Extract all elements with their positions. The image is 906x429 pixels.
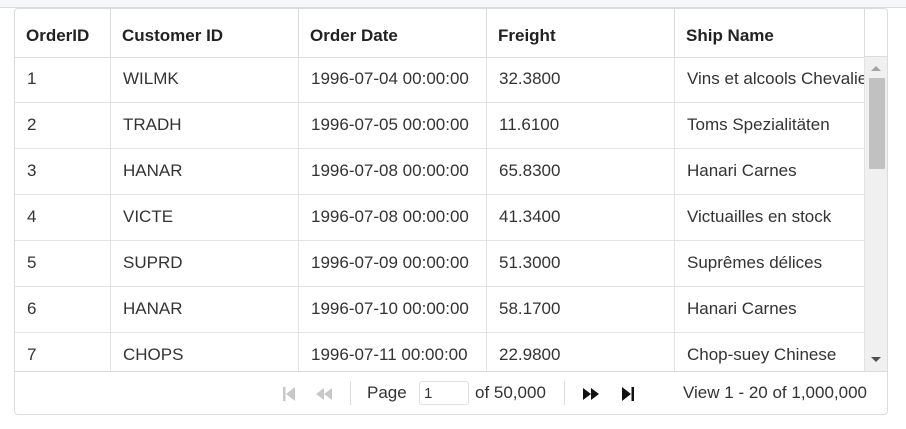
table-row[interactable]: 1 WILMK 1996-07-04 00:00:00 32.3800 Vins… [15, 57, 865, 103]
table-row[interactable]: 3 HANAR 1996-07-08 00:00:00 65.8300 Hana… [15, 149, 865, 195]
cell-orderid: 4 [15, 195, 111, 241]
cell-customer-id: HANAR [111, 149, 299, 195]
cell-orderid: 2 [15, 103, 111, 149]
scroll-up-icon[interactable] [871, 66, 881, 71]
vertical-scrollbar[interactable] [865, 57, 887, 371]
cell-customer-id: WILMK [111, 57, 299, 103]
header-scroll-filler [865, 9, 887, 57]
scroll-down-icon[interactable] [871, 357, 881, 362]
pager: Page of 50,000 View 1 - 20 of 1,000,000 [15, 371, 887, 414]
cell-ship-name: Toms Spezialitäten [675, 103, 865, 149]
first-page-icon [283, 387, 295, 401]
cell-customer-id: VICTE [111, 195, 299, 241]
next-page-button[interactable] [582, 385, 600, 403]
last-page-icon [622, 387, 634, 401]
cell-ship-name: Hanari Carnes [675, 287, 865, 333]
cell-freight: 51.3000 [487, 241, 675, 287]
cell-freight: 65.8300 [487, 149, 675, 195]
cell-ship-name: Chop-suey Chinese [675, 333, 865, 371]
records-summary: View 1 - 20 of 1,000,000 [683, 383, 867, 402]
top-border [0, 0, 906, 8]
cell-customer-id: HANAR [111, 287, 299, 333]
column-header-order-date[interactable]: Order Date [299, 9, 487, 57]
cell-order-date: 1996-07-08 00:00:00 [299, 195, 487, 241]
grid-header: OrderID Customer ID Order Date Freight S… [15, 9, 865, 58]
cell-freight: 58.1700 [487, 287, 675, 333]
cell-orderid: 1 [15, 57, 111, 103]
table-row[interactable]: 6 HANAR 1996-07-10 00:00:00 58.1700 Hana… [15, 287, 865, 333]
page-number-input[interactable] [419, 381, 469, 405]
cell-ship-name: Vins et alcools Chevalier [675, 57, 865, 103]
next-page-icon [583, 388, 599, 400]
cell-order-date: 1996-07-10 00:00:00 [299, 287, 487, 333]
cell-orderid: 3 [15, 149, 111, 195]
page-count-label: of 50,000 [475, 383, 546, 402]
last-page-button[interactable] [621, 385, 635, 403]
cell-order-date: 1996-07-05 00:00:00 [299, 103, 487, 149]
scrollbar-thumb[interactable] [869, 78, 885, 169]
cell-order-date: 1996-07-04 00:00:00 [299, 57, 487, 103]
cell-order-date: 1996-07-09 00:00:00 [299, 241, 487, 287]
cell-ship-name: Suprêmes délices [675, 241, 865, 287]
first-page-button[interactable] [282, 385, 296, 403]
cell-freight: 32.3800 [487, 57, 675, 103]
column-header-ship-name[interactable]: Ship Name [675, 9, 865, 57]
cell-freight: 11.6100 [487, 103, 675, 149]
table-row[interactable]: 2 TRADH 1996-07-05 00:00:00 11.6100 Toms… [15, 103, 865, 149]
cell-customer-id: SUPRD [111, 241, 299, 287]
cell-freight: 22.9800 [487, 333, 675, 371]
previous-page-button[interactable] [315, 385, 333, 403]
table-row[interactable]: 7 CHOPS 1996-07-11 00:00:00 22.9800 Chop… [15, 333, 865, 371]
cell-orderid: 7 [15, 333, 111, 371]
page-label: Page [367, 383, 407, 402]
cell-customer-id: CHOPS [111, 333, 299, 371]
grid-body: 1 WILMK 1996-07-04 00:00:00 32.3800 Vins… [15, 57, 865, 371]
column-header-freight[interactable]: Freight [487, 9, 675, 57]
column-header-customer-id[interactable]: Customer ID [111, 9, 299, 57]
cell-orderid: 5 [15, 241, 111, 287]
table-row[interactable]: 5 SUPRD 1996-07-09 00:00:00 51.3000 Supr… [15, 241, 865, 287]
pager-divider [564, 381, 565, 405]
cell-order-date: 1996-07-08 00:00:00 [299, 149, 487, 195]
cell-orderid: 6 [15, 287, 111, 333]
data-grid: OrderID Customer ID Order Date Freight S… [14, 8, 888, 415]
cell-ship-name: Victuailles en stock [675, 195, 865, 241]
cell-order-date: 1996-07-11 00:00:00 [299, 333, 487, 371]
cell-customer-id: TRADH [111, 103, 299, 149]
cell-ship-name: Hanari Carnes [675, 149, 865, 195]
previous-page-icon [316, 388, 332, 400]
column-header-orderid[interactable]: OrderID [15, 9, 111, 57]
table-row[interactable]: 4 VICTE 1996-07-08 00:00:00 41.3400 Vict… [15, 195, 865, 241]
cell-freight: 41.3400 [487, 195, 675, 241]
pager-divider [350, 381, 351, 405]
